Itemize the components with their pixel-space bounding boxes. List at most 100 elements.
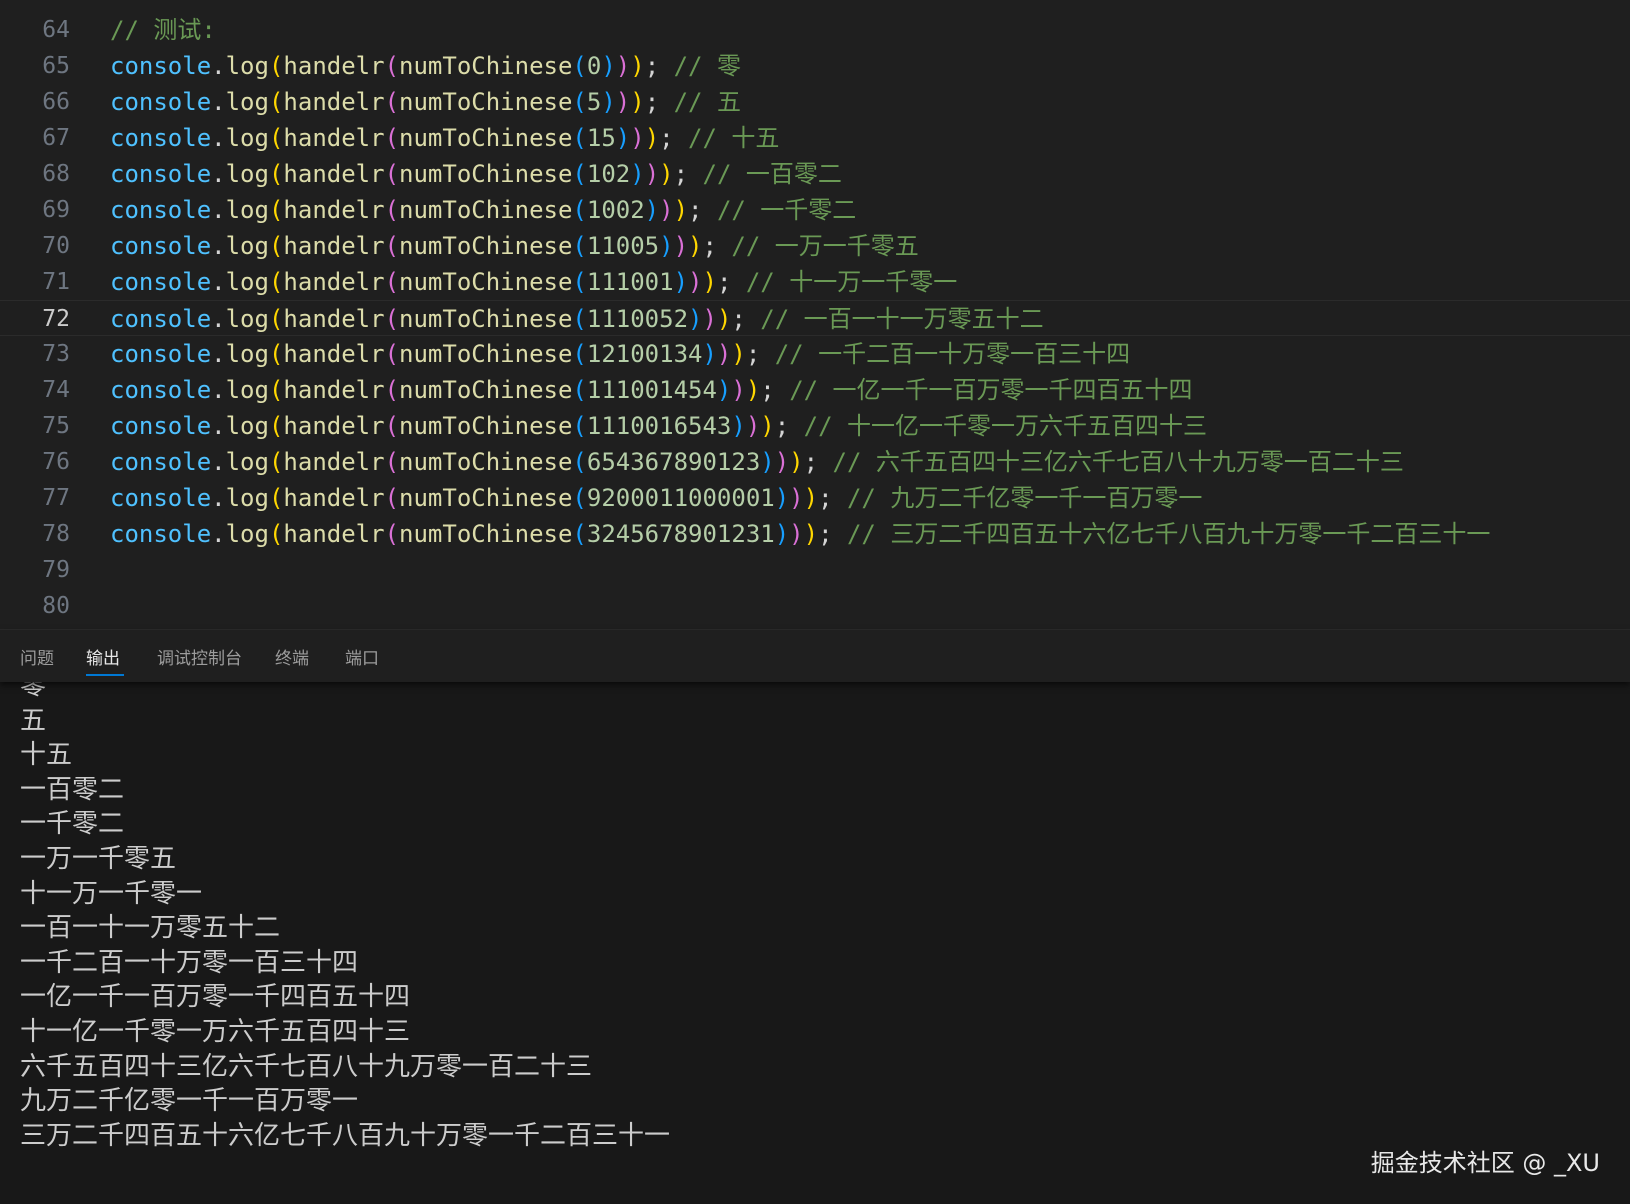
tab-debug-console[interactable]: 调试控制台	[157, 644, 242, 669]
code-line[interactable]: 78 console.log(handelr(numToChinese(32456…	[0, 516, 1630, 552]
token-dot: .	[211, 268, 226, 296]
token-semicolon: ;	[803, 448, 833, 476]
token-object: console	[110, 268, 212, 296]
token-function: numToChinese	[399, 160, 573, 188]
line-number: 69	[42, 197, 70, 223]
token-bracket: (	[268, 484, 284, 512]
code-line[interactable]: 70 console.log(handelr(numToChinese(11005…	[0, 228, 1630, 264]
tab-problems[interactable]: 问题	[20, 644, 54, 669]
token-bracket: (	[572, 196, 587, 224]
token-bracket: )	[630, 124, 645, 152]
token-dot: .	[211, 340, 226, 368]
code-line[interactable]: 80	[0, 588, 1630, 624]
active-tab-indicator	[86, 674, 124, 676]
token-function: handelr	[283, 52, 385, 80]
code-line[interactable]: 72 console.log(handelr(numToChinese(11100…	[0, 300, 1630, 336]
code-line[interactable]: 76 console.log(handelr(numToChinese(65436…	[0, 444, 1630, 480]
token-function: numToChinese	[399, 448, 573, 476]
tab-output[interactable]: 输出	[86, 644, 120, 669]
token-bracket: )	[644, 124, 660, 152]
line-number: 67	[42, 125, 70, 151]
line-number: 76	[42, 449, 70, 475]
token-function: handelr	[283, 376, 385, 404]
output-line: 十一万一千零一	[20, 878, 203, 909]
token-function: log	[225, 52, 269, 80]
token-semicolon: ;	[644, 88, 674, 116]
token-function: handelr	[283, 305, 385, 333]
token-number: 0	[586, 52, 602, 80]
token-bracket: )	[673, 232, 689, 260]
token-bracket: )	[731, 340, 746, 368]
token-bracket: (	[572, 448, 587, 476]
token-bracket: (	[384, 124, 400, 152]
line-number: 78	[42, 521, 70, 547]
token-dot: .	[211, 412, 226, 440]
code-line[interactable]: 71 console.log(handelr(numToChinese(11100…	[0, 264, 1630, 300]
token-number: 111001454	[586, 376, 717, 404]
token-bracket: (	[384, 52, 400, 80]
token-function: log	[225, 268, 269, 296]
code-line[interactable]: 74 console.log(handelr(numToChinese(11100…	[0, 372, 1630, 408]
line-number: 75	[42, 413, 70, 439]
code-content: console.log(handelr(numToChinese(1110014…	[110, 372, 1193, 408]
code-line[interactable]: 69 console.log(handelr(numToChinese(1002)…	[0, 192, 1630, 228]
token-bracket: (	[268, 305, 284, 333]
token-function: numToChinese	[399, 520, 573, 548]
code-line[interactable]: 68 console.log(handelr(numToChinese(102))…	[0, 156, 1630, 192]
token-bracket: )	[702, 305, 717, 333]
code-line[interactable]: 64 // 测试:	[0, 12, 1630, 48]
token-bracket: (	[572, 268, 587, 296]
code-content: console.log(handelr(numToChinese(11005))…	[110, 228, 919, 264]
code-line[interactable]: 79	[0, 552, 1630, 588]
token-bracket: )	[644, 196, 660, 224]
code-line[interactable]: 75 console.log(handelr(numToChinese(11100…	[0, 408, 1630, 444]
output-line: 九万二千亿零一千一百万零一	[20, 1086, 359, 1117]
token-dot: .	[211, 52, 226, 80]
token-semicolon: ;	[673, 160, 703, 188]
token-object: console	[110, 484, 212, 512]
token-function: numToChinese	[399, 232, 573, 260]
token-semicolon: ;	[818, 520, 847, 548]
token-function: numToChinese	[399, 124, 573, 152]
token-bracket: )	[673, 268, 689, 296]
code-editor[interactable]: 64// 测试: 65 console.log(handelr(numToChine…	[0, 0, 1630, 630]
token-function: numToChinese	[399, 412, 573, 440]
code-line[interactable]: 65 console.log(handelr(numToChinese(0)));…	[0, 48, 1630, 84]
token-bracket: )	[659, 196, 674, 224]
token-bracket: )	[774, 448, 790, 476]
token-bracket: (	[384, 340, 400, 368]
token-function: handelr	[283, 124, 385, 152]
token-bracket: (	[268, 448, 284, 476]
code-content: console.log(handelr(numToChinese(0))); /…	[110, 48, 741, 84]
code-line[interactable]: 66 console.log(handelr(numToChinese(5)));…	[0, 84, 1630, 120]
token-bracket: )	[760, 448, 775, 476]
token-bracket: )	[601, 88, 616, 116]
token-object: console	[110, 196, 212, 224]
tab-terminal[interactable]: 终端	[275, 644, 309, 669]
output-panel[interactable]: 零五十五 一百零二 一千零二 一万一千零五 十一万一千零一 一百一十一万零五十二 一千二百一…	[0, 682, 1630, 1204]
token-bracket: )	[789, 520, 804, 548]
line-number: 65	[42, 53, 70, 79]
token-number: 111001	[586, 268, 674, 296]
token-function: handelr	[283, 268, 385, 296]
token-object: console	[110, 160, 212, 188]
token-comment: // 六千五百四十三亿六千七百八十九万零一百二十三	[832, 448, 1404, 476]
token-bracket: )	[702, 268, 717, 296]
token-function: log	[225, 376, 269, 404]
token-function: handelr	[283, 520, 385, 548]
code-line[interactable]: 67 console.log(handelr(numToChinese(15)))…	[0, 120, 1630, 156]
token-bracket: )	[716, 340, 732, 368]
token-number: 1110016543	[586, 412, 732, 440]
code-line[interactable]: 73 console.log(handelr(numToChinese(12100…	[0, 336, 1630, 372]
output-line: 一亿一千一百万零一千四百五十四	[20, 982, 411, 1013]
token-bracket: )	[702, 340, 717, 368]
line-number: 72	[42, 306, 70, 332]
code-content: console.log(handelr(numToChinese(6543678…	[110, 444, 1404, 480]
token-function: handelr	[283, 340, 385, 368]
token-semicolon: ;	[760, 376, 790, 404]
token-bracket: )	[615, 52, 631, 80]
token-bracket: )	[731, 376, 746, 404]
tab-ports[interactable]: 端口	[345, 644, 379, 669]
code-line[interactable]: 77 console.log(handelr(numToChinese(92000…	[0, 480, 1630, 516]
token-bracket: (	[268, 412, 284, 440]
